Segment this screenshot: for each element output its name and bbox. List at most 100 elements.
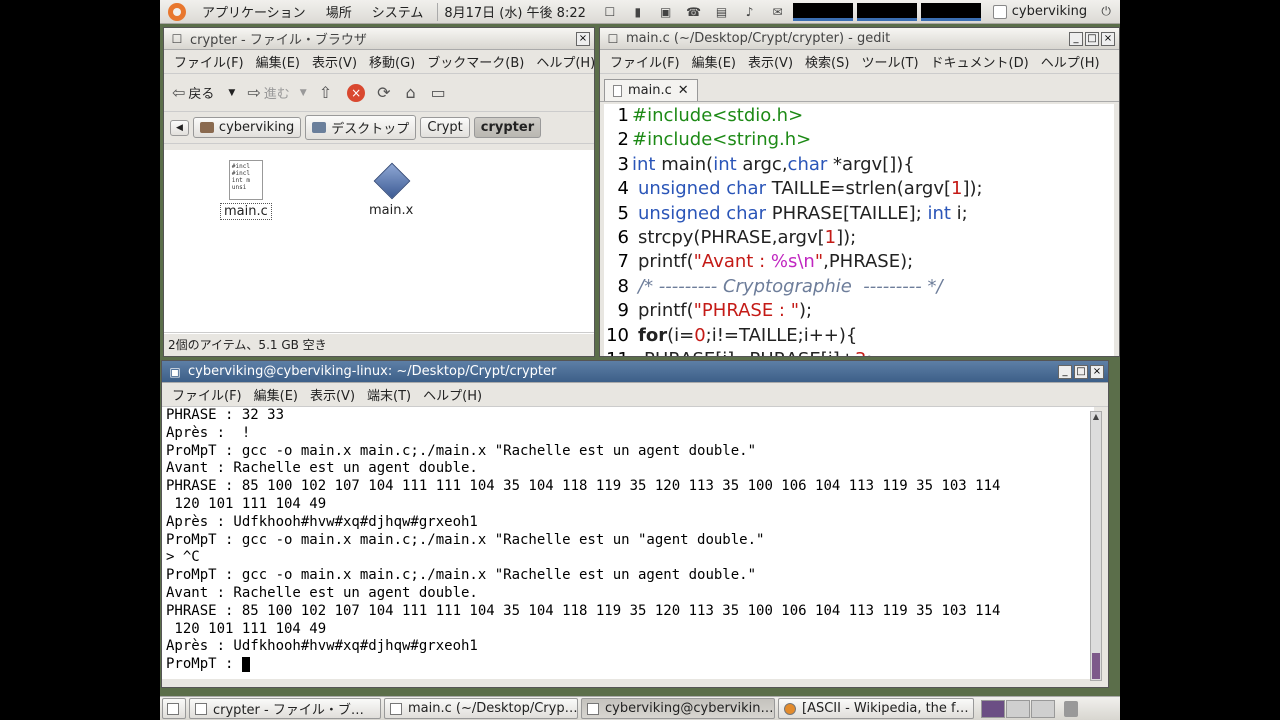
forward-button[interactable]: ⇨ 進む ▼ (247, 83, 306, 102)
path-bar: ◀ cyberviking デスクトップ Crypt crypter (164, 112, 594, 144)
line-number: 7 (604, 250, 632, 275)
user-switcher[interactable]: cyberviking (992, 4, 1087, 19)
menu-help[interactable]: ヘルプ(H) (1035, 52, 1106, 71)
trash-icon[interactable] (1064, 700, 1078, 717)
clipboard-icon[interactable]: ▤ (713, 4, 731, 20)
code-text: ,PHRASE); (823, 251, 914, 273)
code-line: 2 #include<string.h> (604, 128, 1114, 153)
file-browser-titlebar[interactable]: ☐ crypter - ファイル・ブラウザ × (164, 28, 594, 50)
menu-view[interactable]: 表示(V) (306, 52, 363, 71)
line-number: 10 (604, 323, 632, 348)
menu-view[interactable]: 表示(V) (742, 52, 799, 71)
computer-button[interactable]: ▭ (431, 83, 449, 102)
maximize-icon[interactable]: □ (1085, 31, 1099, 46)
menu-file[interactable]: ファイル(F) (604, 52, 686, 71)
notes-icon[interactable]: ▣ (657, 4, 675, 20)
close-icon[interactable]: × (1101, 31, 1115, 46)
line-number: 4 (604, 177, 632, 202)
menu-help[interactable]: ヘルプ(H) (530, 52, 594, 71)
reload-button[interactable]: ⟳ (377, 83, 393, 102)
terminal-titlebar[interactable]: ▣ cyberviking@cyberviking-linux: ~/Deskt… (162, 361, 1108, 383)
minimize-icon[interactable]: _ (1069, 31, 1083, 46)
terminal-icon[interactable]: ▣ (166, 364, 184, 380)
terminal-icon (587, 702, 599, 715)
path-button-desktop[interactable]: デスクトップ (305, 115, 417, 140)
menu-view[interactable]: 表示(V) (304, 385, 361, 404)
status-bar: 2個のアイテム、5.1 GB 空き (164, 332, 594, 356)
file-preview-line: unsi (231, 184, 247, 191)
file-preview-line: #incl (231, 170, 250, 177)
back-button[interactable]: ⇦ 戻る ▼ (172, 83, 235, 102)
task-gedit[interactable]: main.c (~/Desktop/Cryp… (384, 698, 578, 719)
places-menu[interactable]: 場所 (316, 2, 362, 21)
close-icon[interactable]: × (576, 31, 590, 46)
show-desktop-icon (167, 702, 179, 715)
path-scroll-left-button[interactable]: ◀ (170, 119, 189, 136)
power-icon[interactable]: ⏻ (1097, 4, 1115, 20)
terminal-output[interactable]: PHRASE : 32 33 Après : ! ProMpT : gcc -o… (162, 407, 1094, 679)
file-item-main-c[interactable]: #incl #incl int m unsi main.c (220, 160, 272, 220)
phone-icon[interactable]: ☎ (685, 4, 703, 20)
applications-menu[interactable]: アプリケーション (192, 2, 316, 21)
terminal-line: Après : ! (166, 424, 251, 441)
file-view[interactable]: #incl #incl int m unsi main.c main.x (164, 150, 594, 334)
menu-go[interactable]: 移動(G) (363, 52, 421, 71)
path-button-home[interactable]: cyberviking (192, 117, 302, 138)
workspace-3[interactable] (1031, 699, 1055, 718)
up-button[interactable]: ⇧ (319, 83, 335, 102)
task-file-browser[interactable]: crypter - ファイル・ブ… (189, 698, 381, 719)
task-browser[interactable]: [ASCII - Wikipedia, the f… (778, 698, 974, 719)
panel-separator (437, 2, 439, 21)
window-menu-icon[interactable]: ☐ (168, 31, 186, 47)
menu-file[interactable]: ファイル(F) (166, 385, 248, 404)
minimize-icon[interactable]: _ (1058, 364, 1072, 379)
network-signal-icon[interactable]: ▮ (629, 4, 647, 20)
checkbox-icon[interactable]: ☐ (601, 4, 619, 20)
terminal-prompt-line[interactable]: ProMpT : (166, 656, 1094, 674)
close-icon[interactable]: × (1090, 364, 1104, 379)
menu-edit[interactable]: 編集(E) (686, 52, 742, 71)
mail-icon[interactable]: ✉ (769, 4, 787, 20)
terminal-line: PHRASE : 32 33 (166, 407, 285, 423)
menu-edit[interactable]: 編集(E) (250, 52, 306, 71)
terminal-scrollbar[interactable]: ▲ (1090, 411, 1102, 681)
menu-edit[interactable]: 編集(E) (248, 385, 304, 404)
ubuntu-logo-icon[interactable] (168, 2, 186, 21)
home-button[interactable]: ⌂ (406, 83, 419, 102)
line-number: 1 (604, 104, 632, 129)
file-browser-icon (195, 702, 207, 715)
tab-main-c[interactable]: main.c ✕ (604, 79, 698, 101)
workspace-switcher[interactable] (981, 699, 1055, 718)
terminal-line: ProMpT : gcc -o main.x main.c;./main.x "… (166, 442, 757, 459)
gedit-titlebar[interactable]: ☐ main.c (~/Desktop/Crypt/crypter) - ged… (600, 28, 1119, 50)
menu-tools[interactable]: ツール(T) (855, 52, 924, 71)
dropdown-arrow-icon[interactable]: ▼ (228, 88, 235, 98)
scrollbar-thumb[interactable] (1092, 653, 1100, 679)
clock[interactable]: 8月17日 (水) 午後 8:22 (442, 2, 596, 21)
menu-help[interactable]: ヘルプ(H) (417, 385, 488, 404)
scroll-up-icon[interactable]: ▲ (1091, 412, 1101, 422)
system-menu[interactable]: システム (362, 2, 434, 21)
menu-documents[interactable]: ドキュメント(D) (925, 52, 1035, 71)
stop-button[interactable]: × (347, 83, 366, 102)
workspace-1[interactable] (981, 699, 1005, 718)
show-desktop-button[interactable] (162, 698, 186, 719)
workspace-2[interactable] (1006, 699, 1030, 718)
menu-file[interactable]: ファイル(F) (168, 52, 250, 71)
code-text: printf( (638, 251, 694, 273)
menu-terminal[interactable]: 端末(T) (361, 385, 417, 404)
task-terminal[interactable]: cyberviking@cybervikin… (581, 698, 775, 719)
close-tab-icon[interactable]: ✕ (678, 83, 689, 98)
maximize-icon[interactable]: □ (1074, 364, 1088, 379)
dropdown-arrow-icon[interactable]: ▼ (300, 88, 307, 98)
window-menu-icon[interactable]: ☐ (604, 31, 622, 47)
text-cursor (241, 656, 250, 672)
volume-icon[interactable]: ♪ (741, 4, 759, 20)
path-button-crypter[interactable]: crypter (473, 117, 542, 138)
menu-search[interactable]: 検索(S) (799, 52, 855, 71)
path-button-crypt[interactable]: Crypt (420, 117, 470, 138)
menu-bookmarks[interactable]: ブックマーク(B) (421, 52, 530, 71)
back-label: 戻る (188, 87, 215, 102)
file-item-main-x[interactable]: main.x (366, 160, 416, 218)
code-editor[interactable]: 1 #include<stdio.h> 2 #include<string.h> 3… (604, 104, 1114, 356)
